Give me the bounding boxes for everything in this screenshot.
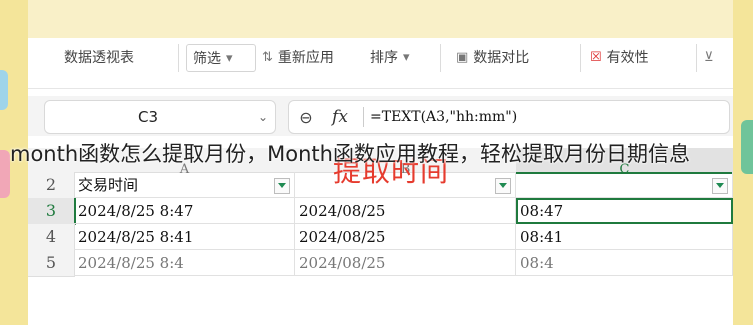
cell-reference: C3 xyxy=(137,108,159,126)
header-cell-text: 交易时间 xyxy=(78,176,139,194)
row-header[interactable]: 5 xyxy=(28,250,75,277)
sort-dropdown[interactable]: 排序 ▾ xyxy=(370,44,430,70)
table-cell[interactable]: 08:41 xyxy=(516,224,733,250)
table-cell[interactable] xyxy=(516,172,733,198)
filter-arrow-icon[interactable] xyxy=(274,177,290,194)
pivot-table-label: 数据透视表 xyxy=(64,50,134,66)
chevron-down-icon[interactable]: ⌄ xyxy=(251,110,275,124)
decor-tab-blue xyxy=(0,70,8,110)
compare-button[interactable]: ▣ 数据对比 xyxy=(456,44,574,70)
more-button[interactable]: ⊻ xyxy=(704,44,730,70)
reapply-button[interactable]: ⇅ 重新应用 xyxy=(262,44,372,70)
compare-icon: ▣ xyxy=(456,49,469,65)
table-cell[interactable]: 08:4 xyxy=(516,250,733,276)
chevron-down-icon: ▾ xyxy=(226,50,233,66)
filter-arrow-icon[interactable] xyxy=(495,177,511,194)
row-header[interactable]: 4 xyxy=(28,224,75,251)
validation-icon: ☒ xyxy=(590,49,602,65)
formula-input[interactable]: ⊖ fx =TEXT(A3,"hh:mm") xyxy=(288,100,730,134)
filter-arrow-icon[interactable] xyxy=(712,177,728,194)
ribbon-toolbar: 数据透视表 筛选 ▾ ⇅ 重新应用 排序 ▾ ▣ 数据对比 ☒ 有效性 ⊻ xyxy=(28,38,733,89)
ribbon-divider xyxy=(696,44,697,72)
table-cell[interactable]: 2024/8/25 8:47 xyxy=(74,198,295,224)
formula-bar: C3 ⌄ ⊖ fx =TEXT(A3,"hh:mm") xyxy=(28,96,733,136)
dropdown-box-icon: ⊻ xyxy=(704,49,714,65)
name-box[interactable]: C3 ⌄ xyxy=(44,100,276,134)
table-cell[interactable]: 2024/08/25 xyxy=(295,198,516,224)
formula-divider xyxy=(363,107,364,127)
selected-cell[interactable]: 08:47 xyxy=(516,198,733,224)
pivot-table-button[interactable]: 数据透视表 xyxy=(64,44,184,70)
ribbon-divider xyxy=(580,44,581,72)
background-strip xyxy=(28,0,733,38)
table-cell[interactable]: 2024/8/25 8:41 xyxy=(74,224,295,250)
chevron-down-icon: ▾ xyxy=(403,49,410,65)
table-cell[interactable]: 2024/08/25 xyxy=(295,224,516,250)
validation-label: 有效性 xyxy=(606,50,649,66)
filter-label: 筛选 xyxy=(193,51,221,67)
filter-dropdown[interactable]: 筛选 ▾ xyxy=(186,44,256,72)
article-title-overlay: month函数怎么提取月份，Month函数应用教程，轻松提取月份日期信息 xyxy=(10,142,690,166)
formula-text[interactable]: =TEXT(A3,"hh:mm") xyxy=(370,109,517,125)
row-header[interactable]: 3 xyxy=(28,198,76,225)
reapply-label: 重新应用 xyxy=(277,50,334,66)
row-header[interactable]: 2 xyxy=(28,172,75,199)
function-icon[interactable]: fx xyxy=(323,107,357,127)
table-cell[interactable]: 交易时间 xyxy=(74,172,295,198)
refresh-icon: ⇅ xyxy=(262,49,273,65)
decor-tab-pink xyxy=(0,150,10,198)
ribbon-divider xyxy=(178,44,179,72)
table-cell[interactable]: 2024/08/25 xyxy=(295,250,516,276)
zoom-search-icon[interactable]: ⊖ xyxy=(289,108,323,127)
compare-label: 数据对比 xyxy=(473,50,530,66)
ribbon-divider xyxy=(440,44,441,72)
table-cell[interactable]: 2024/8/25 8:4 xyxy=(74,250,295,276)
validation-button[interactable]: ☒ 有效性 xyxy=(590,44,690,70)
sort-label: 排序 xyxy=(370,50,398,66)
